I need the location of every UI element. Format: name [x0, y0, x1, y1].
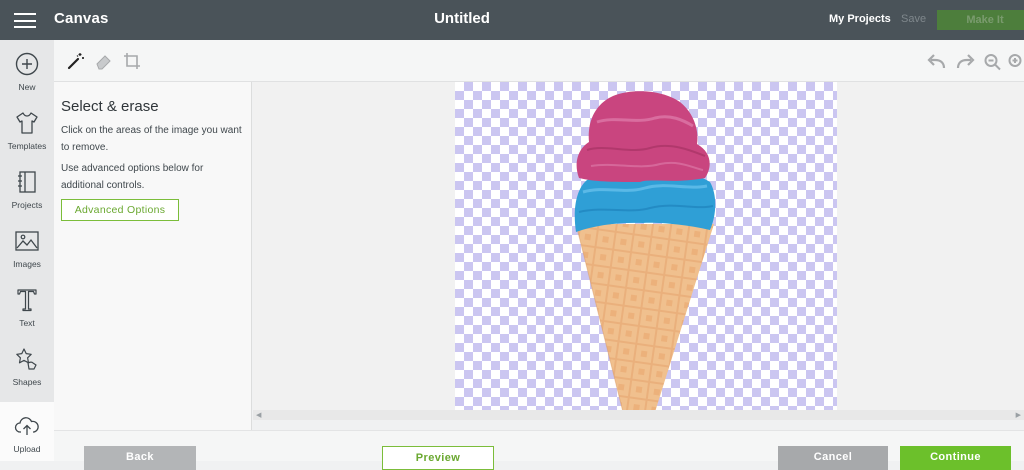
nav-label-images: Images: [13, 259, 41, 269]
nav-label-projects: Projects: [11, 200, 43, 210]
save-button[interactable]: Save: [901, 13, 926, 25]
nav-item-text[interactable]: Text: [0, 276, 54, 335]
back-button[interactable]: Back: [84, 446, 196, 470]
panel-instruction: Click on the areas of the image you want…: [61, 125, 242, 153]
nav-label-templates: Templates: [7, 141, 47, 151]
text-t-icon: [17, 289, 37, 312]
redo-icon[interactable]: [955, 53, 975, 71]
cancel-button[interactable]: Cancel: [778, 446, 888, 470]
notebook-icon: [18, 171, 36, 193]
panel-title: Select & erase: [61, 98, 159, 115]
nav-label-new: New: [18, 82, 36, 92]
bottom-action-bar: Back Preview Cancel Continue: [54, 430, 1024, 470]
document-title[interactable]: Untitled: [0, 10, 924, 27]
transparency-background[interactable]: [455, 82, 837, 412]
pink-scoop: [576, 91, 710, 182]
nav-item-templates[interactable]: Templates: [0, 99, 54, 158]
blue-scoop: [574, 172, 716, 232]
panel-advanced-hint: Use advanced options below for additiona…: [61, 163, 204, 191]
preview-button[interactable]: Preview: [382, 446, 494, 470]
select-erase-panel: Select & erase Click on the areas of the…: [54, 82, 252, 430]
nav-label-upload: Upload: [13, 444, 41, 454]
nav-label-shapes: Shapes: [12, 377, 42, 387]
cloud-upload-icon: [14, 417, 39, 435]
image-icon: [15, 231, 39, 251]
magic-wand-icon[interactable]: [67, 52, 85, 70]
continue-button[interactable]: Continue: [900, 446, 1011, 470]
zoom-in-icon[interactable]: [1007, 53, 1024, 71]
horizontal-scrollbar[interactable]: ◀ ▶: [253, 410, 1024, 420]
zoom-out-icon[interactable]: [983, 53, 1003, 71]
eraser-icon[interactable]: [95, 52, 113, 70]
top-bar: Canvas Untitled My Projects Save Make It: [0, 0, 1024, 40]
nav-item-shapes[interactable]: Shapes: [0, 335, 54, 394]
waffle-cone: [576, 224, 714, 412]
crop-icon[interactable]: [123, 52, 141, 70]
advanced-options-button[interactable]: Advanced Options: [61, 199, 179, 221]
nav-item-projects[interactable]: Projects: [0, 158, 54, 217]
nav-item-upload[interactable]: Upload: [0, 402, 54, 461]
shirt-icon: [16, 112, 38, 134]
nav-item-new[interactable]: New: [0, 40, 54, 99]
nav-item-images[interactable]: Images: [0, 217, 54, 276]
scroll-left-arrow-icon[interactable]: ◀: [256, 411, 261, 419]
left-nav: New Templates Projects Images Text Shape…: [0, 40, 54, 461]
my-projects-link[interactable]: My Projects: [829, 13, 891, 25]
plus-circle-icon: [15, 52, 39, 76]
scroll-right-arrow-icon[interactable]: ▶: [1016, 411, 1021, 419]
nav-label-text: Text: [19, 318, 35, 328]
make-it-button[interactable]: Make It: [937, 10, 1024, 30]
edit-toolbar: [54, 40, 1024, 82]
canvas-area[interactable]: [253, 82, 1024, 412]
ice-cream-cone-image[interactable]: [455, 82, 837, 412]
undo-icon[interactable]: [927, 53, 947, 71]
shapes-icon: [16, 348, 37, 370]
